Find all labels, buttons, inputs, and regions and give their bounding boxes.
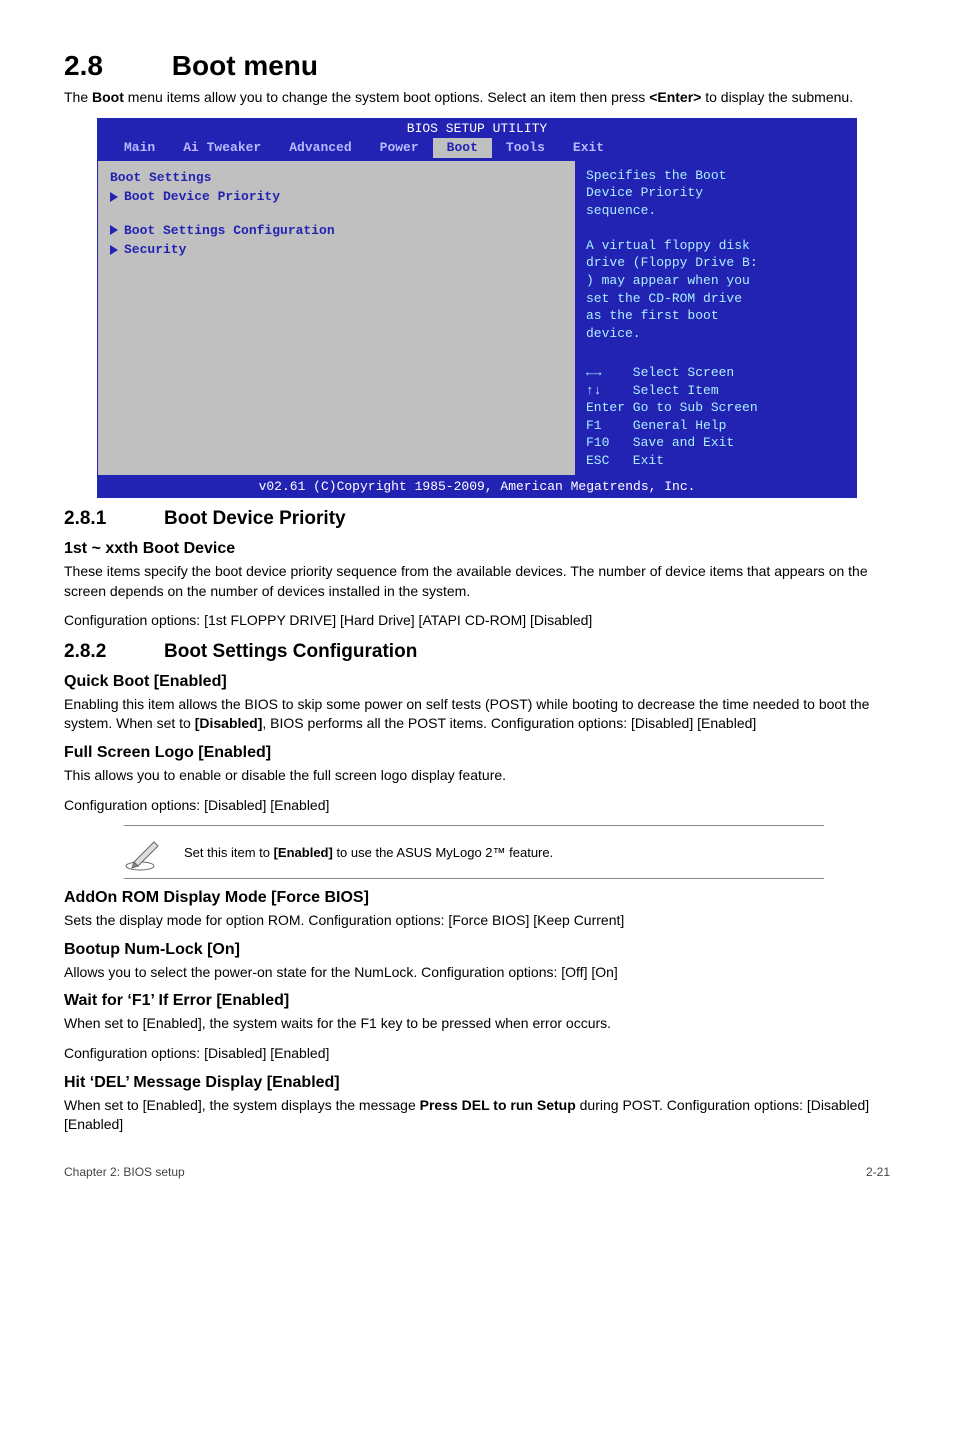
h3-fullscreen: Full Screen Logo [Enabled]: [64, 744, 890, 762]
bios-menu-aitweaker[interactable]: Ai Tweaker: [169, 138, 275, 158]
p-numlock: Allows you to select the power-on state …: [64, 963, 890, 983]
p-quickboot: Enabling this item allows the BIOS to sk…: [64, 695, 890, 734]
bios-menu-power[interactable]: Power: [366, 138, 433, 158]
section-title: Boot menu: [172, 50, 318, 81]
triangle-icon: [110, 192, 118, 202]
bios-left-pane: Boot Settings Boot Device Priority Boot …: [98, 161, 576, 476]
footer-left: Chapter 2: BIOS setup: [64, 1165, 185, 1179]
bios-menu-main[interactable]: Main: [110, 138, 169, 158]
intro-paragraph: The Boot menu items allow you to change …: [64, 88, 890, 108]
bios-menu-exit[interactable]: Exit: [559, 138, 618, 158]
h3-quickboot: Quick Boot [Enabled]: [64, 673, 890, 691]
bios-left-heading: Boot Settings: [110, 169, 563, 187]
triangle-icon: [110, 225, 118, 235]
bios-item-bootpriority[interactable]: Boot Device Priority: [110, 188, 563, 206]
h3-bootdevice: 1st ~ xxth Boot Device: [64, 540, 890, 558]
p-bootdevice-2: Configuration options: [1st FLOPPY DRIVE…: [64, 611, 890, 631]
pencil-icon: [124, 832, 164, 872]
bios-item-security[interactable]: Security: [110, 241, 563, 259]
bios-item-bootsettings[interactable]: Boot Settings Configuration: [110, 222, 563, 240]
footer-right: 2-21: [866, 1165, 890, 1179]
p-fullscreen-1: This allows you to enable or disable the…: [64, 766, 890, 786]
p-del: When set to [Enabled], the system displa…: [64, 1096, 890, 1135]
p-addon: Sets the display mode for option ROM. Co…: [64, 911, 890, 931]
p-bootdevice-1: These items specify the boot device prio…: [64, 562, 890, 601]
h3-del: Hit ‘DEL’ Message Display [Enabled]: [64, 1074, 890, 1092]
bios-header: BIOS SETUP UTILITY Main Ai Tweaker Advan…: [97, 118, 857, 161]
section-number: 2.8: [64, 50, 164, 82]
note-text: Set this item to [Enabled] to use the AS…: [184, 845, 553, 860]
h3-numlock: Bootup Num-Lock [On]: [64, 941, 890, 959]
bios-desc: Specifies the Boot Device Priority seque…: [586, 167, 846, 342]
bios-menu-boot[interactable]: Boot: [433, 138, 492, 158]
bios-help: ←→ Select Screen ↑↓ Select Item Enter Go…: [586, 364, 846, 469]
note-callout: Set this item to [Enabled] to use the AS…: [124, 825, 824, 879]
triangle-icon: [110, 245, 118, 255]
bios-menu-advanced[interactable]: Advanced: [275, 138, 365, 158]
section-heading: 2.8 Boot menu: [64, 50, 890, 82]
page-footer: Chapter 2: BIOS setup 2-21: [64, 1165, 890, 1179]
h3-addon: AddOn ROM Display Mode [Force BIOS]: [64, 889, 890, 907]
p-f1-2: Configuration options: [Disabled] [Enabl…: [64, 1044, 890, 1064]
bios-copyright: v02.61 (C)Copyright 1985-2009, American …: [97, 476, 857, 498]
p-fullscreen-2: Configuration options: [Disabled] [Enabl…: [64, 796, 890, 816]
bios-screenshot: BIOS SETUP UTILITY Main Ai Tweaker Advan…: [97, 118, 857, 498]
h3-f1: Wait for ‘F1’ If Error [Enabled]: [64, 992, 890, 1010]
subsection-282: 2.8.2Boot Settings Configuration: [64, 641, 890, 663]
bios-right-pane: Specifies the Boot Device Priority seque…: [576, 161, 856, 476]
bios-menu-bar: Main Ai Tweaker Advanced Power Boot Tool…: [98, 138, 856, 160]
bios-title: BIOS SETUP UTILITY: [98, 119, 856, 139]
bios-menu-tools[interactable]: Tools: [492, 138, 559, 158]
p-f1-1: When set to [Enabled], the system waits …: [64, 1014, 890, 1034]
subsection-281: 2.8.1Boot Device Priority: [64, 508, 890, 530]
